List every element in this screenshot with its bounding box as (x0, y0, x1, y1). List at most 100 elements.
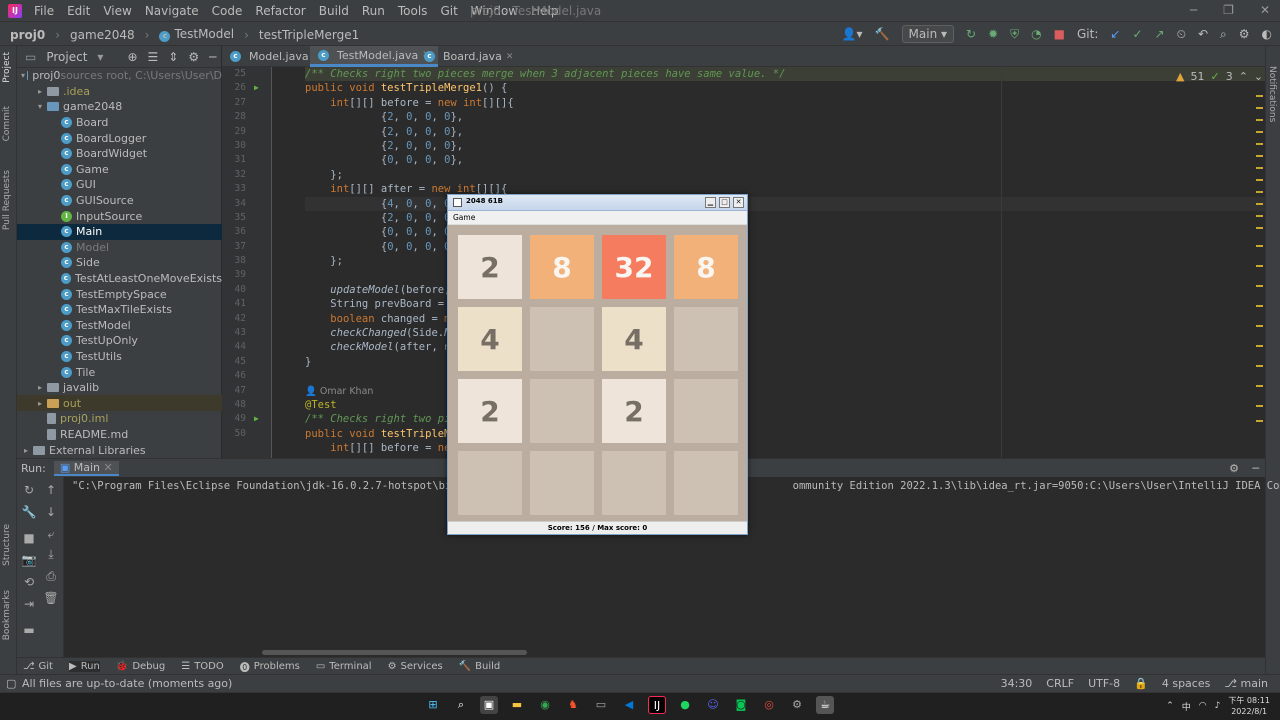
wifi-icon[interactable]: ◠ (1199, 701, 1207, 711)
tree-item[interactable]: c GUI (17, 177, 222, 193)
warning-marker[interactable] (1256, 325, 1263, 327)
menu-edit[interactable]: Edit (67, 4, 90, 18)
run-test-icon[interactable]: ▶ (254, 412, 259, 426)
run-settings-icon[interactable]: ⚙ (1229, 462, 1239, 475)
status-widget[interactable]: 34:30 (1001, 677, 1033, 690)
clock[interactable]: 下午 08:11 2022/8/1 (1228, 695, 1270, 717)
settings-icon[interactable]: ⚙ (788, 696, 806, 714)
warning-marker[interactable] (1256, 405, 1263, 407)
structure-tool-tab[interactable]: Structure (2, 524, 12, 566)
menu-git[interactable]: Git (440, 4, 457, 18)
status-widget[interactable]: 4 spaces (1162, 677, 1211, 690)
search-icon[interactable]: ⌕ (1220, 27, 1227, 42)
collapse-icon[interactable]: ☰ (148, 50, 159, 64)
rerun-icon[interactable]: ↻ (21, 483, 37, 497)
debug-icon[interactable]: ✹ (988, 27, 998, 41)
close-icon[interactable]: ✕ (733, 197, 744, 208)
tree-item[interactable]: I InputSource (17, 208, 222, 224)
view-dropdown-icon[interactable]: ▾ (97, 50, 103, 64)
tool-window-debug[interactable]: 🐞 Debug (116, 661, 165, 672)
run-configuration-select[interactable]: Main ▾ (901, 25, 955, 43)
tray-overflow-icon[interactable]: ⌃ (1166, 701, 1174, 711)
warning-marker[interactable] (1256, 365, 1263, 367)
expand-arrow-icon[interactable]: ▾ (21, 71, 25, 80)
expand-arrow-icon[interactable]: ▸ (35, 399, 45, 408)
locate-icon[interactable]: ⊕ (127, 50, 137, 64)
warning-marker[interactable] (1256, 215, 1263, 217)
code-line[interactable]: public void testTripleMerge1() { (305, 81, 1280, 95)
toggle-tool-windows-icon[interactable]: ▢ (6, 677, 16, 690)
tree-item[interactable]: c BoardLogger (17, 130, 222, 146)
line-icon[interactable]: ◙ (732, 696, 750, 714)
status-widget[interactable]: UTF-8 (1088, 677, 1120, 690)
tree-item[interactable]: c Board (17, 115, 222, 131)
bookmarks-tool-tab[interactable]: Bookmarks (2, 590, 12, 640)
tree-item[interactable]: c Game (17, 162, 222, 178)
code-line[interactable]: int[][] before = new int[][]{ (305, 96, 1280, 110)
build-hammer-icon[interactable]: 🔨 (875, 27, 890, 41)
ime-indicator[interactable]: 中 (1182, 700, 1191, 713)
close-window-icon[interactable]: ✕ (1260, 3, 1270, 17)
run-test-icon[interactable]: ▶ (254, 81, 259, 95)
code-line[interactable]: {2, 0, 0, 0}, (305, 110, 1280, 124)
tree-item[interactable]: ▾ game2048 (17, 99, 222, 115)
run-tab-main[interactable]: ▣ Main ✕ (53, 460, 119, 476)
tree-item[interactable]: README.md (17, 427, 222, 443)
discord-icon[interactable]: ☺ (704, 696, 722, 714)
menu-tools[interactable]: Tools (398, 4, 428, 18)
menu-refactor[interactable]: Refactor (255, 4, 305, 18)
warning-marker[interactable] (1256, 203, 1263, 205)
tool-window-problems[interactable]: ⓿ Problems (240, 659, 300, 674)
scroll-up-icon[interactable]: ↑ (43, 483, 59, 497)
menu-code[interactable]: Code (212, 4, 243, 18)
tree-item[interactable]: c TestUpOnly (17, 333, 222, 349)
tree-item[interactable]: ▸ .idea (17, 84, 222, 100)
tool-window-git[interactable]: ⎇ Git (23, 661, 53, 672)
tree-item[interactable]: c Tile (17, 364, 222, 380)
close-tab-icon[interactable]: ✕ (103, 461, 112, 474)
breadcrumb-package[interactable]: game2048 (70, 28, 135, 42)
expand-arrow-icon[interactable]: ▾ (35, 102, 45, 111)
tool-window-terminal[interactable]: ▭ Terminal (316, 661, 372, 672)
task-view-icon[interactable]: ▣ (480, 696, 498, 714)
tree-item[interactable]: c TestEmptySpace (17, 286, 222, 302)
tree-item[interactable]: c TestMaxTileExists (17, 302, 222, 318)
warning-marker[interactable] (1256, 305, 1263, 307)
breadcrumb-method[interactable]: testTripleMerge1 (259, 28, 359, 42)
warning-marker[interactable] (1256, 119, 1263, 121)
spotify-icon[interactable]: ● (676, 696, 694, 714)
user-icon[interactable]: 👤▾ (842, 27, 863, 41)
warning-marker[interactable] (1256, 95, 1263, 97)
hide-panel-icon[interactable]: ─ (1252, 462, 1259, 475)
project-tool-tab[interactable]: Project (2, 52, 12, 83)
menu-build[interactable]: Build (319, 4, 349, 18)
windows-start-icon[interactable]: ⊞ (424, 696, 442, 714)
warning-marker[interactable] (1256, 131, 1263, 133)
tree-item[interactable]: c GUISource (17, 193, 222, 209)
code-line[interactable]: {2, 0, 0, 0}, (305, 125, 1280, 139)
game-2048-window[interactable]: 2048 61B ▁ □ ✕ Game 2 8 32 8 4 4 2 2 Score: 156… (447, 194, 748, 535)
lock-icon[interactable]: 🔒 (1134, 677, 1148, 690)
brave-icon[interactable]: ♞ (564, 696, 582, 714)
options-icon[interactable]: ⚙ (188, 50, 199, 64)
horizontal-scrollbar[interactable] (262, 650, 527, 655)
tree-item[interactable]: proj0.iml (17, 411, 222, 427)
warning-marker[interactable] (1256, 385, 1263, 387)
soft-wrap-icon[interactable]: ⤶ (43, 527, 59, 542)
previous-highlight-icon[interactable]: ⌃ (1239, 70, 1248, 83)
warning-marker[interactable] (1256, 107, 1263, 109)
notifications-tool-tab[interactable]: Notifications (1267, 66, 1277, 122)
code-line[interactable]: /** Checks right two pieces merge when 3… (305, 67, 1280, 82)
menu-navigate[interactable]: Navigate (145, 4, 199, 18)
code-line[interactable]: }; (305, 168, 1280, 182)
game-title-bar[interactable]: 2048 61B ▁ □ ✕ (448, 195, 747, 211)
expand-arrow-icon[interactable]: ▸ (35, 383, 45, 392)
stop-icon[interactable]: ■ (1054, 27, 1065, 41)
error-stripe[interactable] (1256, 95, 1263, 425)
stop-icon[interactable]: ■ (21, 531, 37, 545)
intellij-icon[interactable]: IJ (648, 696, 666, 714)
hide-icon[interactable]: ─ (209, 50, 216, 64)
trash-icon[interactable]: 🗑 (43, 591, 59, 605)
settings-gear-icon[interactable]: ⚙ (1239, 27, 1250, 41)
rerun-icon[interactable]: ↻ (966, 27, 976, 41)
